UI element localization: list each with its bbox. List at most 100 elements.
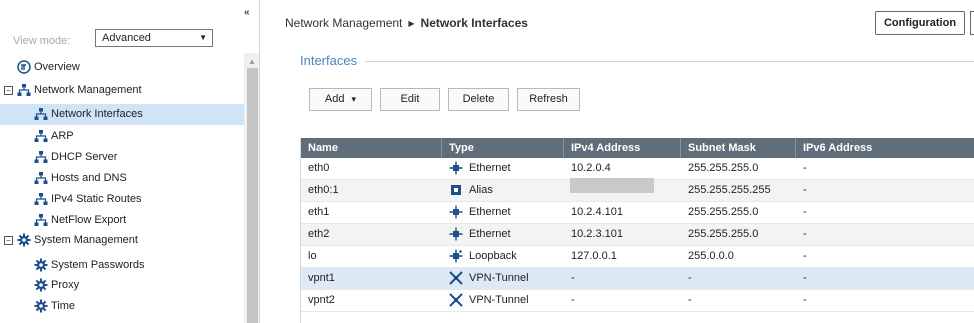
sidebar-item-label: IPv4 Static Routes [51,193,142,205]
sidebar-item-arp[interactable]: ARP [0,126,244,147]
view-mode-value: Advanced [102,32,151,44]
cell-type: Ethernet [469,206,511,218]
network-icon [34,213,48,227]
redacted-value [570,178,654,193]
add-button-label: Add [324,93,345,105]
loopback-icon [449,249,463,263]
caret-down-icon: ▾ [351,94,357,104]
collapse-toggle-icon[interactable]: − [4,86,13,95]
cell-name: vpnt2 [308,294,335,306]
refresh-button[interactable]: Refresh [517,88,580,111]
collapse-sidebar-icon[interactable]: « [244,7,249,18]
cell-name: eth0:1 [308,184,339,196]
cell-type: Ethernet [469,228,511,240]
table-header: Name Type IPv4 Address Subnet Mask IPv6 … [301,138,974,158]
cell-name: vpnt1 [308,272,335,284]
main-content: Network Management ▶ Network Interfaces Co… [260,0,974,323]
scroll-up-icon[interactable]: ▲ [248,57,256,66]
table-row[interactable]: eth0:1 Alias 255.255.255.255 - [301,178,974,202]
network-icon [34,129,48,143]
sidebar-item-label: Network Interfaces [51,108,143,120]
sidebar-item-system-passwords[interactable]: System Passwords [0,255,244,276]
table-row[interactable]: eth2 Ethernet 10.2.3.101 255.255.255.0 - [301,224,974,246]
collapse-toggle-icon[interactable]: − [4,236,13,245]
ethernet-icon [449,227,463,241]
column-divider [563,138,564,158]
sidebar-item-label: Network Management [34,84,142,96]
column-header-type[interactable]: Type [449,142,474,154]
network-icon [17,83,31,97]
alias-icon [449,183,463,197]
gear-icon [34,278,48,292]
table-row[interactable]: eth1 Ethernet 10.2.4.101 255.255.255.0 - [301,202,974,224]
sidebar-item-system-management[interactable]: − System Management [0,230,244,251]
column-divider [680,138,681,158]
sidebar-item-label: NetFlow Export [51,214,127,226]
column-header-subnet[interactable]: Subnet Mask [688,142,756,154]
column-header-name[interactable]: Name [308,142,338,154]
cell-type: Loopback [469,250,517,262]
section-title: Interfaces [300,53,366,68]
sidebar-top: « [0,0,259,24]
sidebar-item-ipv4-static-routes[interactable]: IPv4 Static Routes [0,189,244,210]
configuration-button[interactable]: Configuration [875,11,965,35]
cell-ipv6: - [803,294,807,306]
sidebar-item-time[interactable]: Time [0,296,244,317]
column-header-ipv4[interactable]: IPv4 Address [571,142,640,154]
breadcrumb-separator-icon: ▶ [408,19,415,28]
cell-ipv4: 10.2.3.101 [571,228,623,240]
edit-button[interactable]: Edit [380,88,440,111]
network-icon [34,192,48,206]
cell-ipv4: 10.2.0.4 [571,162,611,174]
sidebar-item-overview[interactable]: Overview [0,57,244,78]
cell-subnet-mask: - [688,294,692,306]
sidebar-scrollbar-thumb[interactable] [247,68,258,323]
overview-icon [17,60,31,74]
cell-name: eth2 [308,228,330,240]
sidebar-item-network-management[interactable]: − Network Management [0,80,244,101]
sidebar-item-proxy[interactable]: Proxy [0,275,244,296]
sidebar-item-label: DHCP Server [51,151,118,163]
secondary-header-button[interactable] [970,11,974,35]
cell-subnet-mask: 255.255.255.0 [688,228,759,240]
cell-name: eth0 [308,162,330,174]
column-header-ipv6[interactable]: IPv6 Address [803,142,872,154]
sidebar-item-hosts-and-dns[interactable]: Hosts and DNS [0,168,244,189]
section-divider [300,61,974,62]
delete-button[interactable]: Delete [448,88,509,111]
sidebar-item-netflow-export[interactable]: NetFlow Export [0,210,244,231]
cell-subnet-mask: 255.0.0.0 [688,250,734,262]
cell-type: Alias [469,184,493,196]
table-row[interactable]: vpnt2 VPN-Tunnel - - - [301,290,974,312]
cell-ipv6: - [803,272,807,284]
sidebar-item-label: Proxy [51,279,80,291]
cell-ipv6: - [803,228,807,240]
view-mode-select[interactable]: Advanced ▼ [95,29,213,47]
vpn-tunnel-icon [449,271,463,285]
chevron-down-icon: ▼ [199,33,207,42]
cell-ipv4: 127.0.0.1 [571,250,617,262]
table-row[interactable]: vpnt1 VPN-Tunnel - - - [301,268,974,290]
add-button[interactable]: Add ▾ [309,88,372,111]
sidebar: « View mode: Advanced ▼ Overview − Network… [0,0,260,323]
sidebar-item-network-interfaces[interactable]: Network Interfaces [0,104,244,125]
ethernet-icon [449,161,463,175]
breadcrumb: Network Management ▶ Network Interfaces [285,16,528,30]
cell-ipv4: - [571,294,575,306]
cell-ipv6: - [803,162,807,174]
network-icon [34,150,48,164]
cell-subnet-mask: - [688,272,692,284]
table-row[interactable]: eth0 Ethernet 10.2.0.4 255.255.255.0 - [301,158,974,180]
cell-ipv6: - [803,206,807,218]
table-row[interactable]: lo Loopback 127.0.0.1 255.0.0.0 - [301,246,974,268]
breadcrumb-current: Network Interfaces [420,16,528,30]
cell-ipv4: 10.2.4.101 [571,206,623,218]
sidebar-item-label: ARP [51,130,74,142]
view-mode-label: View mode: [13,35,71,47]
view-mode-row: View mode: Advanced ▼ [0,27,244,53]
cell-name: lo [308,250,317,262]
breadcrumb-parent[interactable]: Network Management [285,16,402,30]
ethernet-icon [449,205,463,219]
sidebar-item-dhcp-server[interactable]: DHCP Server [0,147,244,168]
gear-icon [34,258,48,272]
